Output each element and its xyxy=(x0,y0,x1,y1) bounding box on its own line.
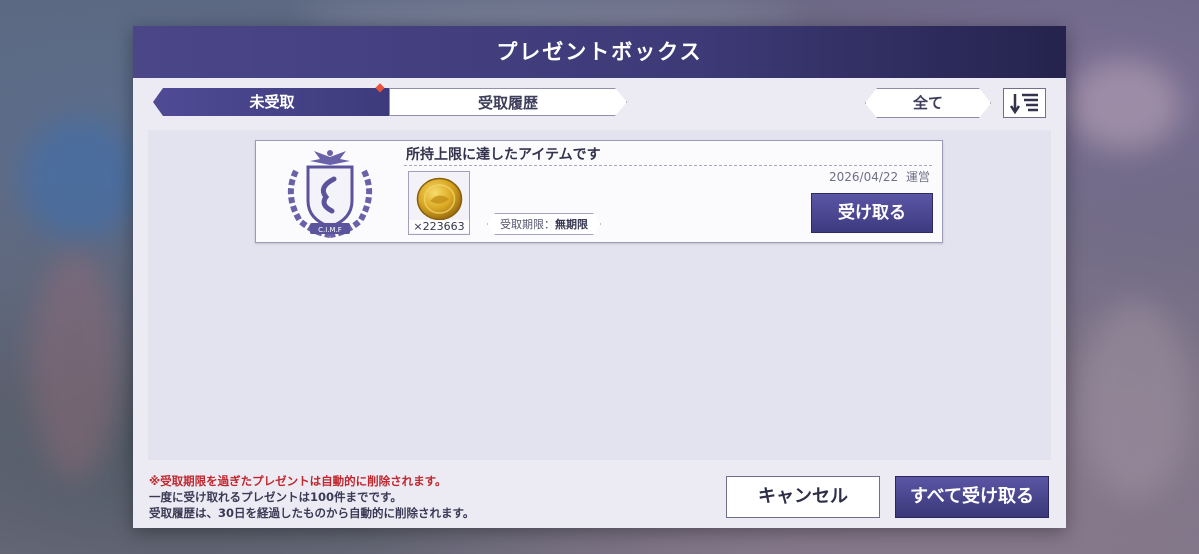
present-list[interactable]: C.I.M.F 所持上限に達したアイテムです 2026/04/22 運営 ×22… xyxy=(148,130,1051,460)
present-box-dialog: プレゼントボックス 未受取 ◆ 受取履歴 全て C.I.M.F 所持上限に達した… xyxy=(133,26,1066,528)
background-blur xyxy=(30,250,120,480)
sender-value: 運営 xyxy=(905,170,930,184)
svg-text:C.I.M.F: C.I.M.F xyxy=(318,226,342,234)
item-slot[interactable]: ×223663 xyxy=(408,171,470,235)
date-value: 2026/04/22 xyxy=(828,170,899,184)
filter-label: 全て xyxy=(912,94,943,112)
receive-button[interactable]: 受け取る xyxy=(811,193,933,233)
item-count: ×223663 xyxy=(409,220,469,233)
background-blur xyxy=(1070,60,1180,150)
note-line: 受取履歴は、30日を経過したものから自動的に削除されます。 xyxy=(149,506,475,520)
expiry-label: 受取期限： xyxy=(500,218,555,231)
note-line: ※受取期限を過ぎたプレゼントは自動的に削除されます。 xyxy=(149,474,447,488)
gold-coin-icon xyxy=(416,177,463,221)
tab-label: 未受取 xyxy=(249,93,295,111)
expiry-badge: 受取期限：無期限 xyxy=(487,213,601,235)
crest-emblem-icon: C.I.M.F xyxy=(287,150,373,238)
tab-label: 受取履歴 xyxy=(477,94,538,112)
note-line: 一度に受け取れるプレゼントは100件までです。 xyxy=(149,490,402,504)
sort-button[interactable] xyxy=(1003,88,1046,118)
notes: ※受取期限を過ぎたプレゼントは自動的に削除されます。 一度に受け取れるプレゼント… xyxy=(149,473,474,521)
game-screen: プレゼントボックス 未受取 ◆ 受取履歴 全て C.I.M.F 所持上限に達した… xyxy=(0,0,1199,554)
dialog-title: プレゼントボックス xyxy=(496,40,703,64)
tab-unreceived[interactable]: 未受取 xyxy=(153,88,391,116)
filter-dropdown[interactable]: 全て xyxy=(865,88,991,118)
present-date: 2026/04/22 運営 xyxy=(829,168,930,185)
cancel-button[interactable]: キャンセル xyxy=(726,476,880,518)
sort-descending-icon xyxy=(1009,93,1038,114)
card-divider xyxy=(404,165,932,166)
dialog-header: プレゼントボックス xyxy=(133,26,1066,78)
background-blur xyxy=(20,120,140,240)
present-card: C.I.M.F 所持上限に達したアイテムです 2026/04/22 運営 ×22… xyxy=(255,140,943,243)
receive-all-button[interactable]: すべて受け取る xyxy=(895,476,1049,518)
present-title: 所持上限に達したアイテムです xyxy=(406,147,601,163)
background-blur xyxy=(1080,300,1190,500)
notification-badge-icon: ◆ xyxy=(375,80,385,94)
tab-history[interactable]: 受取履歴 xyxy=(389,88,627,116)
expiry-value: 無期限 xyxy=(555,218,588,231)
